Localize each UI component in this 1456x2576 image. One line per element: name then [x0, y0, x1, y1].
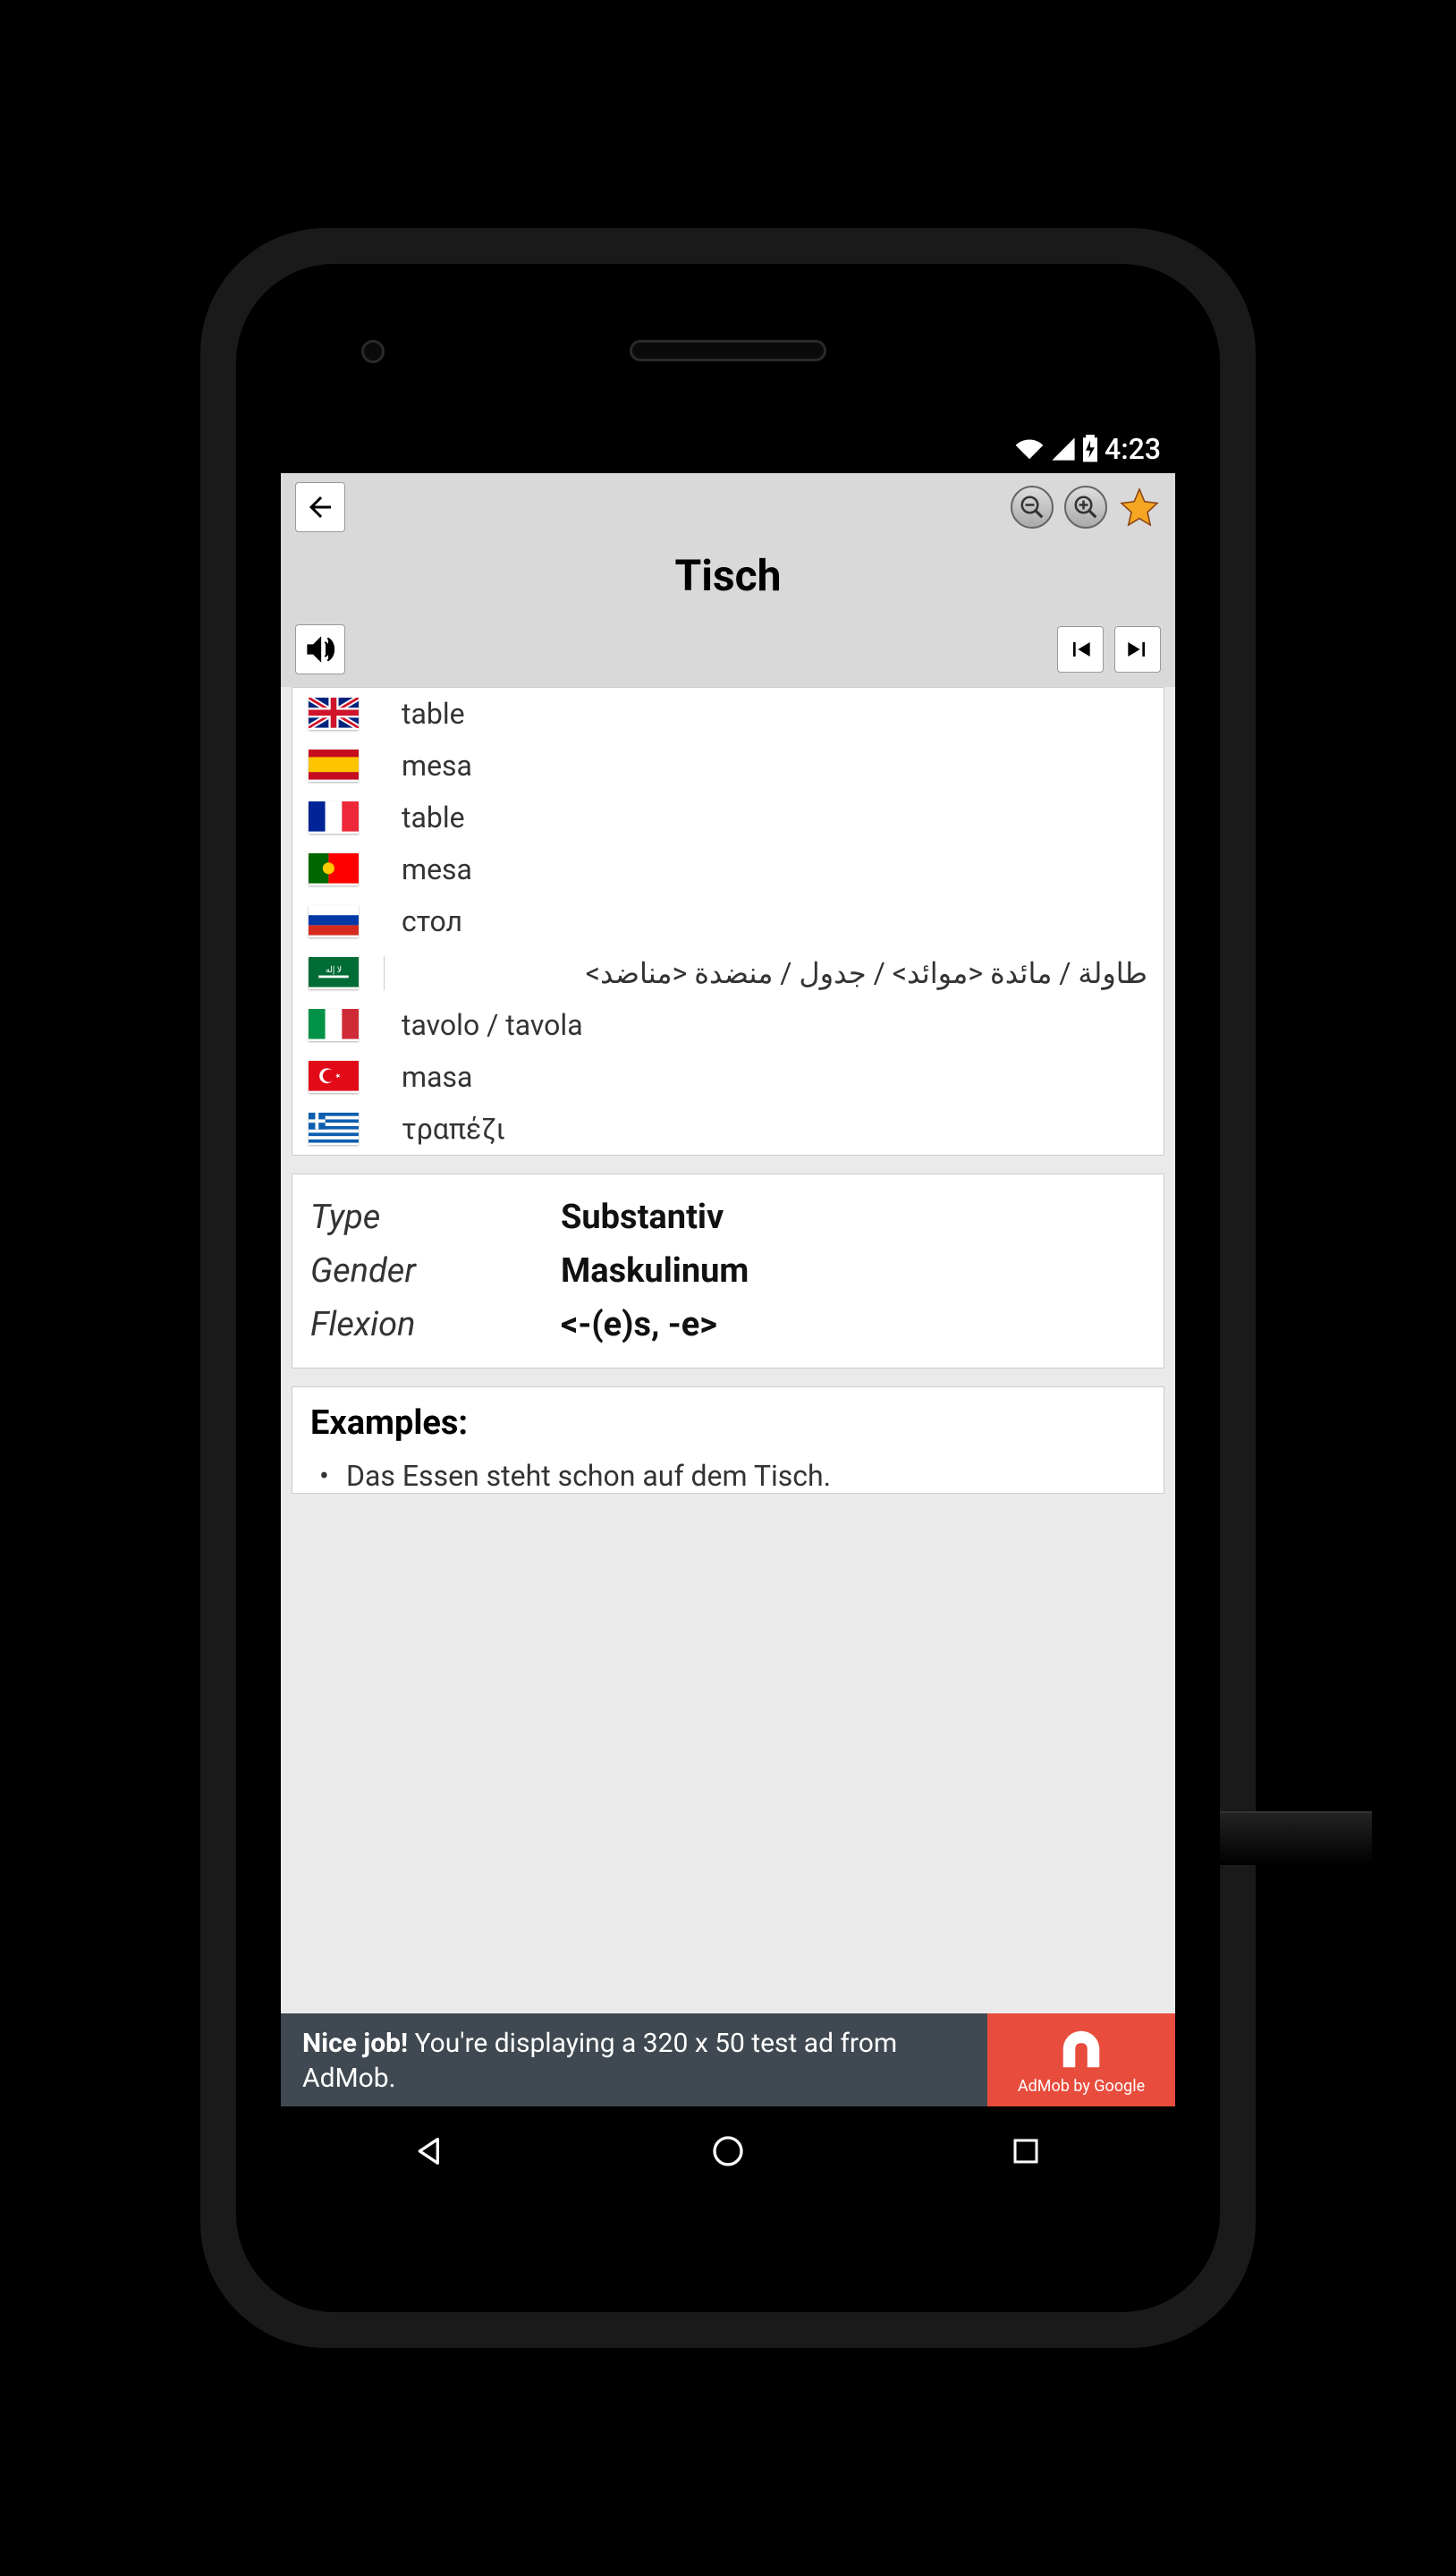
status-time: 4:23 [1105, 432, 1161, 466]
phone-inner: 4:23 Tis [236, 264, 1220, 2312]
prev-button[interactable] [1057, 626, 1104, 673]
flag-gb-icon [309, 698, 359, 730]
type-label: Type [310, 1198, 561, 1237]
translation-row[interactable]: لا إله طاولة / مائدة <موائد> / جدول / منض… [292, 947, 1164, 999]
flag-ru-icon [309, 905, 359, 937]
triangle-back-icon [412, 2133, 448, 2169]
skip-next-icon [1123, 635, 1152, 664]
flag-tr-icon [309, 1061, 359, 1093]
info-row-flexion: Flexion <-(e)s, -e> [310, 1298, 1146, 1352]
content-area[interactable]: table mesa table mesa стол لا إله طاولة / مائد… [281, 687, 1175, 2106]
translation-row[interactable]: стол [292, 895, 1164, 947]
zoom-out-button[interactable] [1011, 486, 1054, 529]
skip-previous-icon [1066, 635, 1095, 664]
flag-gr-icon [309, 1113, 359, 1145]
translation-text: طاولة / مائدة <موائد> / جدول / منضدة <من… [384, 956, 1147, 990]
translation-text: mesa [384, 749, 472, 783]
speak-button[interactable] [295, 624, 345, 674]
translation-text: τραπέζι [384, 1112, 505, 1146]
translation-row[interactable]: tavolo / tavola [292, 999, 1164, 1051]
favorite-button[interactable] [1118, 486, 1161, 529]
flag-pt-icon [309, 853, 359, 886]
page-title: Tisch [281, 541, 1175, 619]
zoom-in-button[interactable] [1064, 486, 1107, 529]
header-row-top [281, 473, 1175, 541]
circle-home-icon [710, 2133, 746, 2169]
ad-text: Nice job! You're displaying a 320 x 50 t… [281, 2013, 987, 2106]
ad-bold: Nice job! [302, 2028, 408, 2059]
gender-label: Gender [310, 1251, 561, 1291]
arrow-left-icon [304, 491, 336, 523]
translation-row[interactable]: masa [292, 1051, 1164, 1103]
ad-badge-text: AdMob by Google [1018, 2077, 1145, 2096]
ad-banner[interactable]: Nice job! You're displaying a 320 x 50 t… [281, 2013, 1175, 2106]
translation-row[interactable]: mesa [292, 843, 1164, 895]
app-header: Tisch [281, 473, 1175, 687]
svg-text:لا إله: لا إله [326, 965, 342, 975]
status-bar: 4:23 [281, 425, 1175, 473]
translation-text: masa [384, 1060, 472, 1094]
flag-it-icon [309, 1009, 359, 1041]
zoom-in-icon [1072, 494, 1099, 521]
android-nav-bar [281, 2106, 1175, 2196]
nav-back-button[interactable] [403, 2124, 457, 2178]
square-recent-icon [1010, 2135, 1042, 2167]
examples-title: Examples: [310, 1403, 1146, 1443]
screen: 4:23 Tis [281, 425, 1175, 2196]
info-panel: Type Substantiv Gender Maskulinum Flexio… [292, 1174, 1164, 1368]
back-button[interactable] [295, 482, 345, 532]
flag-ar-icon: لا إله [309, 957, 359, 989]
type-value: Substantiv [561, 1198, 724, 1237]
translation-text: стол [384, 904, 462, 938]
translation-row[interactable]: τραπέζι [292, 1103, 1164, 1155]
flexion-value: <-(e)s, -e> [561, 1305, 717, 1344]
ad-badge: AdMob by Google [987, 2013, 1175, 2106]
translation-text: table [384, 697, 465, 731]
translations-panel: table mesa table mesa стол لا إله طاولة / مائد… [292, 687, 1164, 1156]
flag-fr-icon [309, 801, 359, 834]
star-icon [1118, 486, 1161, 529]
gender-value: Maskulinum [561, 1251, 749, 1291]
cable-decoration [1211, 1811, 1372, 1865]
cell-signal-icon [1051, 436, 1076, 462]
translation-text: tavolo / tavola [384, 1008, 583, 1042]
examples-panel: Examples: Das Essen steht schon auf dem … [292, 1386, 1164, 1494]
flag-es-icon [309, 750, 359, 782]
phone-frame: 4:23 Tis [200, 228, 1256, 2348]
translation-text: mesa [384, 852, 472, 886]
speaker-icon [304, 633, 336, 665]
translation-row[interactable]: table [292, 688, 1164, 740]
wifi-icon [1013, 436, 1045, 462]
zoom-out-icon [1019, 494, 1045, 521]
example-item: Das Essen steht schon auf dem Tisch. [310, 1459, 1146, 1493]
flexion-label: Flexion [310, 1305, 561, 1344]
speaker-grille [630, 340, 826, 361]
translation-text: table [384, 801, 465, 835]
info-row-type: Type Substantiv [310, 1191, 1146, 1244]
translation-row[interactable]: mesa [292, 740, 1164, 792]
admob-logo-icon [1057, 2025, 1105, 2073]
nav-recent-button[interactable] [999, 2124, 1053, 2178]
next-button[interactable] [1114, 626, 1161, 673]
camera-dot [361, 340, 385, 363]
battery-charging-icon [1081, 435, 1099, 463]
translation-row[interactable]: table [292, 792, 1164, 843]
header-row-bottom [281, 619, 1175, 687]
info-row-gender: Gender Maskulinum [310, 1244, 1146, 1298]
nav-home-button[interactable] [701, 2124, 755, 2178]
